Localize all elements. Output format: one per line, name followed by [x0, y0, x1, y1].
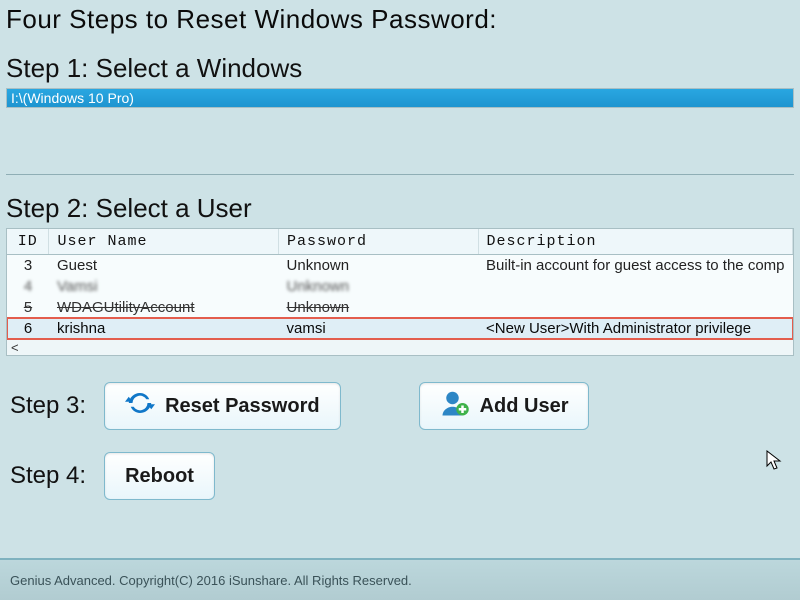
add-user-label: Add User [480, 395, 569, 418]
col-username[interactable]: User Name [49, 229, 279, 255]
cell-desc: <New User>With Administrator privilege [478, 318, 792, 339]
step2-label: Step 2: Select a User [6, 193, 794, 224]
table-row[interactable]: 5 WDAGUtilityAccount Unknown [7, 297, 793, 318]
col-description[interactable]: Description [478, 229, 792, 255]
cell-pwd: Unknown [279, 276, 478, 297]
cell-id: 4 [7, 276, 49, 297]
step1-label: Step 1: Select a Windows [6, 53, 794, 84]
col-id[interactable]: ID [7, 229, 49, 255]
table-header-row: ID User Name Password Description [7, 229, 793, 255]
cell-user: Guest [49, 255, 279, 277]
add-user-button[interactable]: Add User [419, 382, 590, 430]
cell-pwd: Unknown [279, 297, 478, 318]
page-title: Four Steps to Reset Windows Password: [6, 4, 794, 35]
cell-id: 3 [7, 255, 49, 277]
table-row[interactable]: 3 Guest Unknown Built-in account for gue… [7, 255, 793, 277]
cell-desc [478, 276, 792, 297]
reboot-label: Reboot [125, 465, 194, 488]
cell-desc: Built-in account for guest access to the… [478, 255, 792, 277]
cell-pwd: vamsi [279, 318, 478, 339]
scroll-indicator[interactable]: < [7, 339, 793, 355]
cell-user: WDAGUtilityAccount [49, 297, 279, 318]
reboot-button[interactable]: Reboot [104, 452, 215, 500]
add-user-icon [440, 388, 470, 424]
reset-password-label: Reset Password [165, 395, 320, 418]
cell-desc [478, 297, 792, 318]
footer-bar: Genius Advanced. Copyright(C) 2016 iSuns… [0, 558, 800, 600]
separator [6, 174, 794, 175]
cell-user: krishna [49, 318, 279, 339]
refresh-icon [125, 388, 155, 424]
col-password[interactable]: Password [279, 229, 478, 255]
footer-text: Genius Advanced. Copyright(C) 2016 iSuns… [10, 573, 412, 588]
reset-password-button[interactable]: Reset Password [104, 382, 341, 430]
cell-id: 6 [7, 318, 49, 339]
windows-list[interactable]: I:\(Windows 10 Pro) [6, 88, 794, 108]
step3-label: Step 3: [10, 392, 86, 420]
cell-user: Vamsi [49, 276, 279, 297]
step4-label: Step 4: [10, 462, 86, 490]
user-table[interactable]: ID User Name Password Description 3 Gues… [6, 228, 794, 356]
windows-list-item-selected[interactable]: I:\(Windows 10 Pro) [7, 89, 793, 107]
table-row-selected[interactable]: 6 krishna vamsi <New User>With Administr… [7, 318, 793, 339]
table-row[interactable]: 4 Vamsi Unknown [7, 276, 793, 297]
cell-id: 5 [7, 297, 49, 318]
cell-pwd: Unknown [279, 255, 478, 277]
